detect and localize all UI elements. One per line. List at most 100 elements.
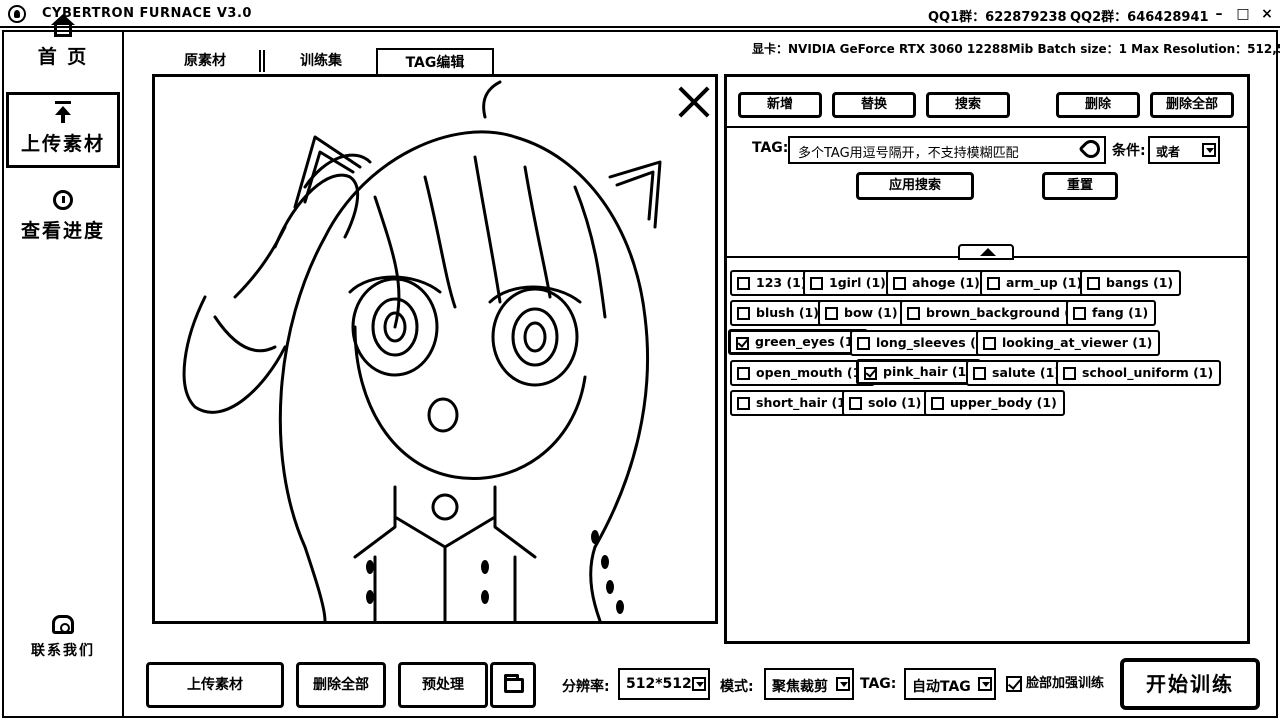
checkbox[interactable] bbox=[1073, 307, 1086, 320]
face-enhance-checkbox[interactable]: 脸部加强训练 bbox=[1004, 672, 1104, 698]
open-folder-button[interactable] bbox=[490, 662, 536, 708]
tab-tag-edit[interactable]: TAG编辑 bbox=[376, 48, 494, 74]
mode-value: 聚焦裁剪 bbox=[772, 679, 828, 695]
condition-value: 或者 bbox=[1156, 145, 1181, 159]
tag-chip-blush[interactable]: blush (1) bbox=[730, 300, 827, 326]
tag-chip-label: ahoge (1) bbox=[912, 275, 980, 290]
apply-search-button[interactable]: 应用搜索 bbox=[856, 172, 974, 200]
checkbox[interactable] bbox=[893, 277, 906, 290]
tag-chip-green-eyes[interactable]: green_eyes (1) bbox=[728, 329, 869, 355]
auto-tag-value: 自动TAG bbox=[912, 679, 971, 695]
tag-chip-solo[interactable]: solo (1) bbox=[842, 390, 930, 416]
checkbox[interactable] bbox=[737, 277, 750, 290]
tab-raw-material[interactable]: 原素材 bbox=[150, 48, 260, 74]
tag-chip-bow[interactable]: bow (1) bbox=[818, 300, 906, 326]
tag-chip-fang[interactable]: fang (1) bbox=[1066, 300, 1157, 326]
sidebar-item-contact[interactable]: 联系我们 bbox=[6, 612, 120, 672]
image-preview bbox=[152, 74, 718, 624]
anime-girl-illustration bbox=[182, 80, 662, 621]
delete-all-button[interactable]: 删除全部 bbox=[296, 662, 386, 708]
tag-chip-label: pink_hair (1) bbox=[883, 364, 972, 379]
upload-icon bbox=[51, 101, 75, 125]
chevron-down-icon bbox=[1202, 143, 1216, 157]
sidebar-item-label: 首 页 bbox=[37, 46, 89, 68]
tag-chip-bangs[interactable]: bangs (1) bbox=[1080, 270, 1182, 296]
checkbox[interactable] bbox=[987, 277, 1000, 290]
checkbox[interactable] bbox=[737, 307, 750, 320]
tag-chip-label: solo (1) bbox=[868, 395, 922, 410]
replace-tag-button[interactable]: 替换 bbox=[832, 92, 916, 118]
resolution-label: 分辨率: bbox=[562, 679, 610, 695]
qq2-info: QQ2群：646428941 bbox=[1070, 10, 1209, 25]
search-tag-button[interactable]: 搜索 bbox=[926, 92, 1010, 118]
condition-label: 条件: bbox=[1112, 143, 1146, 159]
chevron-down-icon bbox=[978, 677, 992, 691]
phone-icon bbox=[51, 612, 75, 636]
tag-chip-open-mouth[interactable]: open_mouth (1) bbox=[730, 360, 876, 386]
checkbox[interactable] bbox=[1006, 676, 1022, 692]
title-bar: CYBERTRON FURNACE V3.0 QQ1群：622879238 QQ… bbox=[0, 0, 1280, 28]
delete-tag-button[interactable]: 删除 bbox=[1056, 92, 1140, 118]
tag-chip-label: upper_body (1) bbox=[950, 395, 1057, 410]
reset-search-button[interactable]: 重置 bbox=[1042, 172, 1118, 200]
auto-tag-select[interactable]: 自动TAG bbox=[904, 668, 996, 700]
tag-chip-label: open_mouth (1) bbox=[756, 365, 868, 380]
tag-chip-123[interactable]: 123 (1) bbox=[730, 270, 815, 296]
maximize-button[interactable]: □ bbox=[1232, 4, 1254, 24]
resolution-select[interactable]: 512*512 bbox=[618, 668, 710, 700]
tag-chip-upper-body[interactable]: upper_body (1) bbox=[924, 390, 1065, 416]
checkbox[interactable] bbox=[864, 367, 877, 380]
checkbox[interactable] bbox=[973, 367, 986, 380]
checkbox[interactable] bbox=[857, 337, 870, 350]
chevron-down-icon bbox=[692, 677, 706, 691]
gpu-info: 显卡：NVIDIA GeForce RTX 3060 12288Mib Batc… bbox=[752, 42, 1280, 56]
tag-chip-short-hair[interactable]: short_hair (1) bbox=[730, 390, 860, 416]
tag-search-input[interactable]: 多个TAG用逗号隔开，不支持模糊匹配 bbox=[788, 136, 1106, 164]
sidebar-item-upload[interactable]: 上传素材 bbox=[6, 92, 120, 168]
tag-chip-salute[interactable]: salute (1) bbox=[966, 360, 1068, 386]
checkbox[interactable] bbox=[931, 397, 944, 410]
collapse-search-button[interactable] bbox=[958, 244, 1014, 260]
mode-select[interactable]: 聚焦裁剪 bbox=[764, 668, 854, 700]
tag-chip-pink-hair[interactable]: pink_hair (1) bbox=[856, 359, 981, 385]
tag-chip-label: 1girl (1) bbox=[829, 275, 886, 290]
checkbox[interactable] bbox=[1087, 277, 1100, 290]
checkbox[interactable] bbox=[810, 277, 823, 290]
checkbox[interactable] bbox=[1063, 367, 1076, 380]
tag-chip-1girl[interactable]: 1girl (1) bbox=[803, 270, 894, 296]
tag-chip-arm-up[interactable]: arm_up (1) bbox=[980, 270, 1091, 296]
divider bbox=[726, 126, 1248, 128]
sidebar-item-progress[interactable]: 查看进度 bbox=[6, 188, 120, 258]
chevron-down-icon bbox=[836, 677, 850, 691]
checkbox[interactable] bbox=[825, 307, 838, 320]
checkbox[interactable] bbox=[736, 337, 749, 350]
sidebar-item-label: 查看进度 bbox=[20, 220, 105, 242]
close-window-button[interactable]: × bbox=[1256, 4, 1278, 24]
checkbox[interactable] bbox=[907, 307, 920, 320]
folder-icon bbox=[504, 674, 524, 693]
sidebar-item-home[interactable]: 首 页 bbox=[6, 14, 120, 84]
checkbox[interactable] bbox=[737, 367, 750, 380]
add-tag-button[interactable]: 新增 bbox=[738, 92, 822, 118]
upload-material-button[interactable]: 上传素材 bbox=[146, 662, 284, 708]
checkbox[interactable] bbox=[849, 397, 862, 410]
close-image-button[interactable] bbox=[676, 84, 712, 120]
tag-chip-label: arm_up (1) bbox=[1006, 275, 1083, 290]
tag-chip-school-uniform[interactable]: school_uniform (1) bbox=[1056, 360, 1222, 386]
delete-all-tags-button[interactable]: 删除全部 bbox=[1150, 92, 1234, 118]
preprocess-button[interactable]: 预处理 bbox=[398, 662, 488, 708]
tab-training-set[interactable]: 训练集 bbox=[268, 48, 374, 74]
minimize-button[interactable]: – bbox=[1208, 4, 1230, 24]
tag-chip-label: brown_background (1) bbox=[926, 305, 1085, 320]
condition-select[interactable]: 或者 bbox=[1148, 136, 1220, 164]
checkbox[interactable] bbox=[983, 337, 996, 350]
tag-chip-label: fang (1) bbox=[1092, 305, 1149, 320]
checkbox[interactable] bbox=[737, 397, 750, 410]
tag-chip-looking-at-viewer[interactable]: looking_at_viewer (1) bbox=[976, 330, 1161, 356]
tag-chip-brown-background[interactable]: brown_background (1) bbox=[900, 300, 1093, 326]
start-training-button[interactable]: 开始训练 bbox=[1120, 658, 1260, 710]
tag-chip-label: long_sleeves (1) bbox=[876, 335, 991, 350]
tag-chip-label: bangs (1) bbox=[1106, 275, 1174, 290]
tag-chip-ahoge[interactable]: ahoge (1) bbox=[886, 270, 988, 296]
qq1-info: QQ1群：622879238 bbox=[928, 10, 1067, 25]
